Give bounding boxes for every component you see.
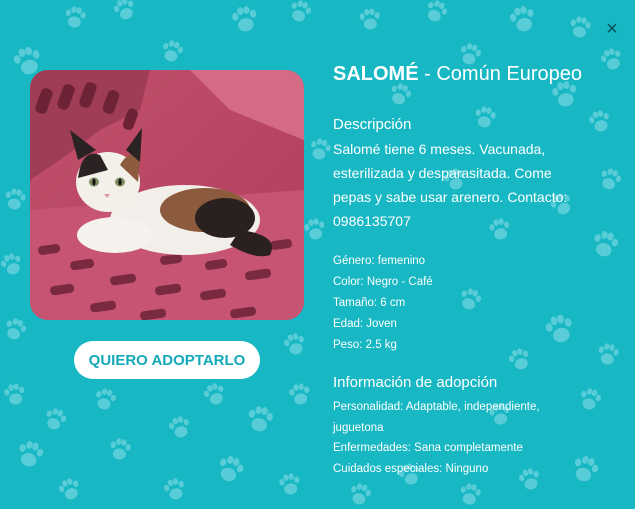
description-text: Salomé tiene 6 meses. Vacunada, esterili… (333, 141, 568, 229)
adopt-button[interactable]: QUIERO ADOPTARLO (74, 341, 260, 379)
pet-detail-modal: × QUIERO ADOPTARLO SALOMÉ - Común Europe… (0, 0, 635, 509)
adoption-diseases: Enfermedades: Sana completamente (333, 442, 523, 454)
adoption-personality: Personalidad: Adaptable, independiente, … (333, 401, 540, 434)
pet-breed: Común Europeo (436, 63, 582, 85)
detail-weight: Peso: 2.5 kg (333, 339, 397, 351)
pet-title: SALOMÉ - Común Europeo (333, 62, 593, 86)
adoption-special-care: Cuidados especiales: Ninguno (333, 462, 489, 475)
pet-photo (30, 70, 304, 320)
detail-color: Color: Negro - Café (333, 276, 433, 288)
description-heading: Descripción (333, 116, 412, 133)
pet-details-list: Género: femenino Color: Negro - Café Tam… (333, 251, 593, 356)
adoption-info-list: Personalidad: Adaptable, independiente, … (333, 397, 593, 479)
detail-age: Edad: Joven (333, 318, 397, 330)
pet-info-panel: SALOMÉ - Común Europeo Descripción Salom… (333, 62, 593, 479)
close-icon[interactable]: × (601, 18, 623, 40)
cat-photo-illustration (30, 70, 304, 320)
detail-gender: Género: femenino (333, 255, 426, 267)
detail-size: Tamaño: 6 cm (333, 297, 406, 309)
title-separator: - (418, 63, 437, 85)
pet-name: SALOMÉ (333, 63, 419, 85)
adoption-info-heading: Información de adopción (333, 374, 498, 391)
